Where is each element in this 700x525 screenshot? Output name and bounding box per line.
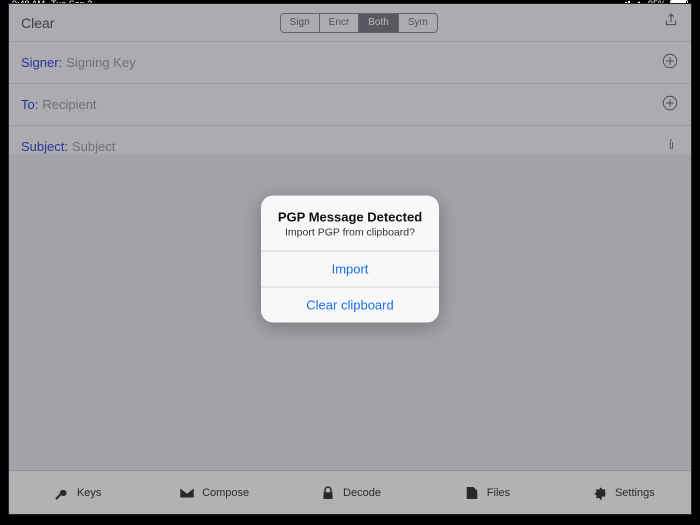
alert-clear-clipboard-button[interactable]: Clear clipboard <box>261 287 439 323</box>
app-window: Clear Sign Encr Both Sym Signer: Signing… <box>8 3 692 515</box>
alert-title: PGP Message Detected <box>273 210 427 225</box>
alert-message: Import PGP from clipboard? <box>273 227 427 239</box>
alert-import-button[interactable]: Import <box>261 251 439 287</box>
pgp-alert: PGP Message Detected Import PGP from cli… <box>261 196 439 323</box>
